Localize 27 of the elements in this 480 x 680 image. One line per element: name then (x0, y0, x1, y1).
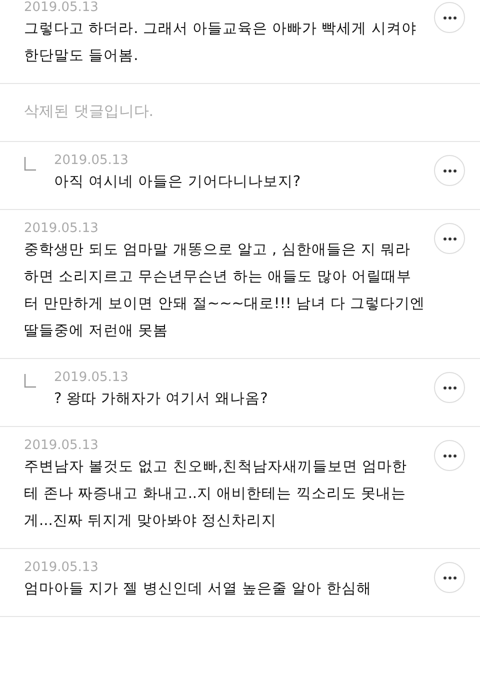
more-dots-icon (442, 386, 456, 390)
comment-text: 중학생만 되도 엄마말 개똥으로 알고 , 심한애들은 지 뭐라 하면 소리지르고 무슨년무슨년 하는 애들도 많아 어릴때부 터 만만하게 보이면 안돼 절~~~대로!!! 남녀 다 그렇다기엔 딸들중에 저런애 못봄 (24, 241, 426, 341)
more-dots-icon (442, 16, 456, 20)
comment-date: 2019.05.13 (24, 221, 100, 237)
comment-text: 그렇다고 하더라. 그래서 아들교육은 아빠가 빡세게 시켜야 한단말도 들어봄. (24, 20, 418, 66)
more-dots-icon (442, 576, 456, 580)
more-options-button[interactable] (434, 155, 465, 186)
more-options-button[interactable] (434, 562, 465, 593)
comment-date: 2019.05.13 (24, 438, 100, 454)
more-options-button[interactable] (434, 440, 465, 471)
more-options-button[interactable] (434, 223, 465, 254)
comment-date: 2019.05.13 (54, 153, 130, 169)
more-dots-icon (442, 168, 456, 172)
more-options-button[interactable] (434, 2, 465, 33)
deleted-comment-notice: 삭제된 댓글입니다. (24, 102, 154, 121)
reply-corner-icon (24, 374, 36, 388)
comment-text: 엄마아들 지가 젤 병신인데 서열 높은줄 알아 한심해 (24, 580, 372, 599)
more-dots-icon (442, 236, 456, 240)
reply-corner-icon (24, 157, 36, 171)
comment-date: 2019.05.13 (24, 560, 100, 576)
comment-text: 아직 여시네 아들은 기어다니나보지? (54, 173, 302, 192)
more-dots-icon (442, 454, 456, 458)
more-options-button[interactable] (434, 372, 465, 403)
comment-text: 주변남자 볼것도 없고 친오빠,친척남자새끼들보면 엄마한 테 존나 짜증내고 화내고..지 애비한테는 끽소리도 못내는 게...진짜 뒤지게 맞아봐야 정신차리지 (24, 458, 408, 531)
comment-date: 2019.05.13 (54, 370, 130, 386)
comment-date: 2019.05.13 (24, 0, 100, 16)
comment-text: ? 왕따 가해자가 여기서 왜나옴? (54, 390, 269, 409)
